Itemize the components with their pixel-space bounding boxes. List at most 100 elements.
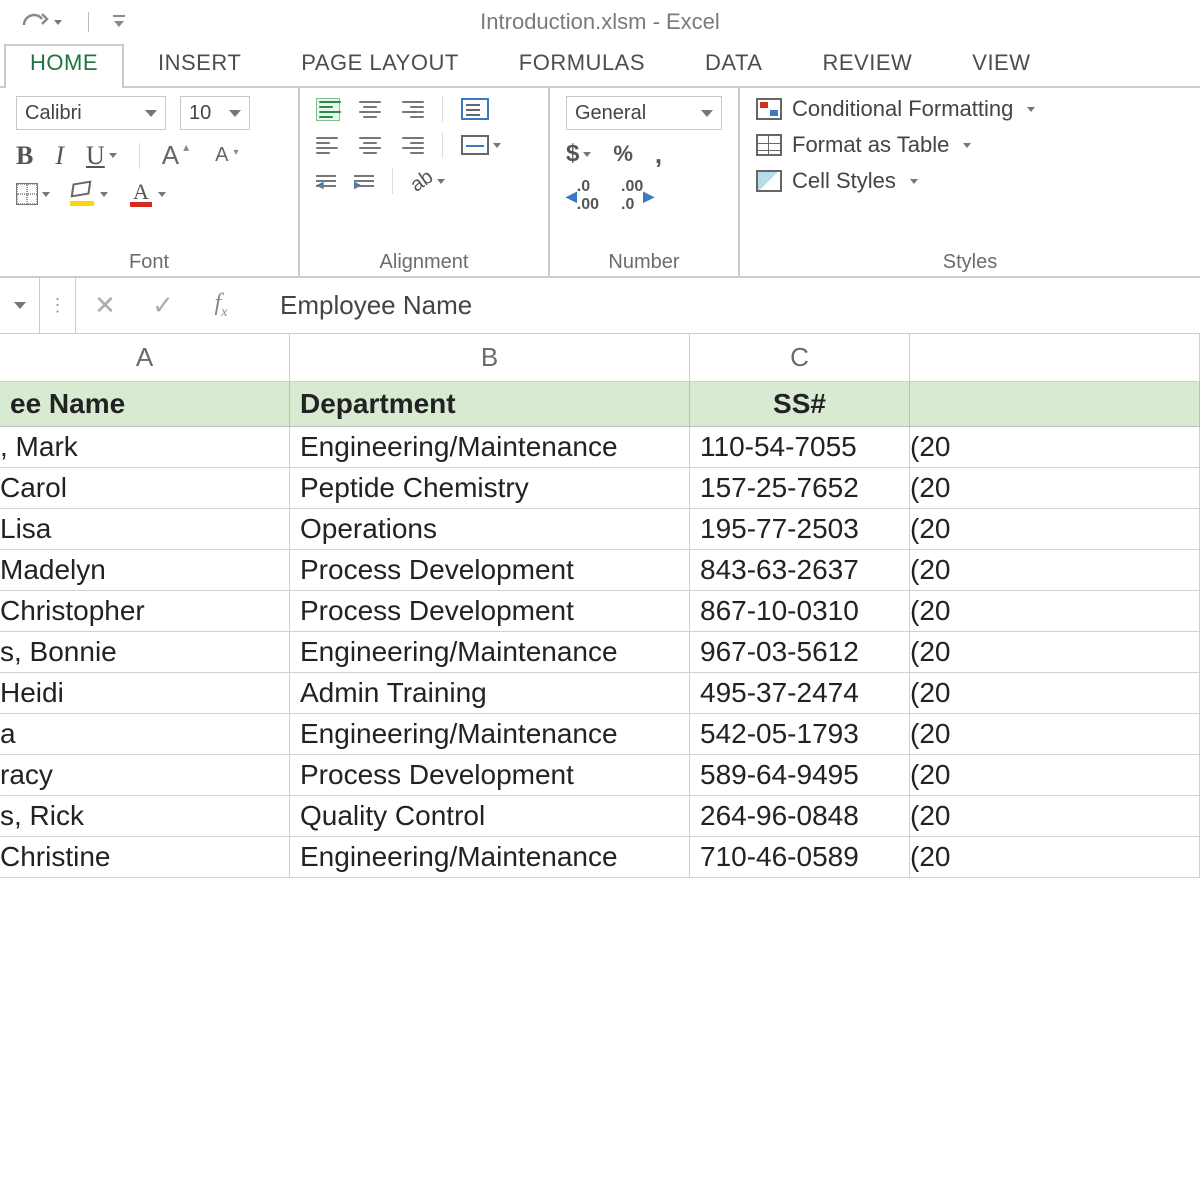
cell-b[interactable]: Engineering/Maintenance xyxy=(290,837,690,878)
number-format-dropdown[interactable]: General xyxy=(566,96,722,130)
cell-c[interactable]: 495-37-2474 xyxy=(690,673,910,714)
header-cell-a[interactable]: ee Name xyxy=(0,382,290,427)
header-cell-c[interactable]: SS# xyxy=(690,382,910,427)
tab-view[interactable]: VIEW xyxy=(942,44,1060,86)
increase-font-button[interactable]: A xyxy=(162,140,179,171)
increase-decimal-button[interactable]: ◀.0.00 xyxy=(566,178,599,214)
cell-a[interactable]: Carol xyxy=(0,468,290,509)
italic-button[interactable]: I xyxy=(55,141,64,171)
header-cell-b[interactable]: Department xyxy=(290,382,690,427)
cell-d[interactable]: (20 xyxy=(910,673,1200,714)
enter-formula-button[interactable]: ✓ xyxy=(134,278,192,333)
comma-format-button[interactable]: , xyxy=(655,148,662,160)
cell-d[interactable]: (20 xyxy=(910,632,1200,673)
column-header-a[interactable]: A xyxy=(0,334,290,382)
cell-b[interactable]: Admin Training xyxy=(290,673,690,714)
cell-d[interactable]: (20 xyxy=(910,714,1200,755)
cell-b[interactable]: Process Development xyxy=(290,550,690,591)
formula-input[interactable]: Employee Name xyxy=(250,290,1200,321)
header-cell-d[interactable] xyxy=(910,382,1200,427)
tab-page-layout[interactable]: PAGE LAYOUT xyxy=(271,44,489,86)
tab-formulas[interactable]: FORMULAS xyxy=(489,44,675,86)
chevron-down-icon xyxy=(963,143,971,148)
cell-d[interactable]: (20 xyxy=(910,509,1200,550)
cell-c[interactable]: 195-77-2503 xyxy=(690,509,910,550)
worksheet-grid[interactable]: A B C ee Name Department SS# , MarkEngin… xyxy=(0,334,1200,878)
cell-b[interactable]: Engineering/Maintenance xyxy=(290,632,690,673)
align-bottom-button[interactable] xyxy=(400,101,424,118)
cell-b[interactable]: Quality Control xyxy=(290,796,690,837)
cell-d[interactable]: (20 xyxy=(910,755,1200,796)
cancel-formula-button[interactable]: ✕ xyxy=(76,278,134,333)
cell-b[interactable]: Process Development xyxy=(290,591,690,632)
redo-button[interactable] xyxy=(20,11,62,33)
cell-c[interactable]: 589-64-9495 xyxy=(690,755,910,796)
font-size-dropdown[interactable]: 10 xyxy=(180,96,250,130)
conditional-formatting-button[interactable]: Conditional Formatting xyxy=(756,96,1184,122)
cell-d[interactable]: (20 xyxy=(910,550,1200,591)
tab-home[interactable]: HOME xyxy=(0,44,128,86)
cell-b[interactable]: Peptide Chemistry xyxy=(290,468,690,509)
increase-indent-button[interactable] xyxy=(354,175,374,187)
cell-a[interactable]: Christine xyxy=(0,837,290,878)
accounting-format-button[interactable]: $ xyxy=(566,140,591,168)
cell-c[interactable]: 710-46-0589 xyxy=(690,837,910,878)
format-as-table-button[interactable]: Format as Table xyxy=(756,132,1184,158)
tab-review[interactable]: REVIEW xyxy=(792,44,942,86)
column-header-d[interactable] xyxy=(910,334,1200,382)
align-top-button[interactable] xyxy=(316,98,340,121)
cell-c[interactable]: 967-03-5612 xyxy=(690,632,910,673)
cell-c[interactable]: 867-10-0310 xyxy=(690,591,910,632)
cell-a[interactable]: Christopher xyxy=(0,591,290,632)
align-left-button[interactable] xyxy=(316,137,340,154)
align-right-button[interactable] xyxy=(400,137,424,154)
cell-c[interactable]: 157-25-7652 xyxy=(690,468,910,509)
cell-styles-label: Cell Styles xyxy=(792,168,896,194)
wrap-text-button[interactable] xyxy=(461,98,489,120)
align-middle-button[interactable] xyxy=(358,101,382,118)
decrease-font-button[interactable]: A xyxy=(215,144,228,167)
cell-a[interactable]: racy xyxy=(0,755,290,796)
cell-d[interactable]: (20 xyxy=(910,796,1200,837)
orientation-button[interactable]: ab xyxy=(411,170,445,193)
cell-d[interactable]: (20 xyxy=(910,427,1200,468)
cell-a[interactable]: Madelyn xyxy=(0,550,290,591)
cell-b[interactable]: Operations xyxy=(290,509,690,550)
cell-a[interactable]: s, Rick xyxy=(0,796,290,837)
merge-center-button[interactable] xyxy=(461,135,501,155)
cell-c[interactable]: 110-54-7055 xyxy=(690,427,910,468)
insert-function-button[interactable]: fx xyxy=(192,278,250,333)
tab-insert[interactable]: INSERT xyxy=(128,44,271,86)
cell-a[interactable]: s, Bonnie xyxy=(0,632,290,673)
cell-styles-button[interactable]: Cell Styles xyxy=(756,168,1184,194)
align-center-button[interactable] xyxy=(358,137,382,154)
cell-a[interactable]: Lisa xyxy=(0,509,290,550)
font-color-button[interactable]: A xyxy=(128,181,166,207)
bold-button[interactable]: B xyxy=(16,141,33,171)
cell-b[interactable]: Engineering/Maintenance xyxy=(290,714,690,755)
column-header-c[interactable]: C xyxy=(690,334,910,382)
column-header-b[interactable]: B xyxy=(290,334,690,382)
decrease-indent-button[interactable] xyxy=(316,175,336,187)
underline-button[interactable]: U xyxy=(86,141,117,171)
cell-b[interactable]: Engineering/Maintenance xyxy=(290,427,690,468)
percent-format-button[interactable]: % xyxy=(613,141,633,167)
cell-c[interactable]: 264-96-0848 xyxy=(690,796,910,837)
borders-button[interactable] xyxy=(16,183,50,205)
cell-b[interactable]: Process Development xyxy=(290,755,690,796)
name-box-dropdown[interactable] xyxy=(0,278,40,333)
cell-d[interactable]: (20 xyxy=(910,468,1200,509)
cell-a[interactable]: , Mark xyxy=(0,427,290,468)
fill-color-button[interactable] xyxy=(70,182,108,206)
decrease-decimal-button[interactable]: .00.0▶ xyxy=(621,178,654,214)
customize-qat-button[interactable] xyxy=(111,13,127,31)
cell-d[interactable]: (20 xyxy=(910,837,1200,878)
font-name-dropdown[interactable]: Calibri xyxy=(16,96,166,130)
tab-data[interactable]: DATA xyxy=(675,44,792,86)
cell-d[interactable]: (20 xyxy=(910,591,1200,632)
cell-a[interactable]: Heidi xyxy=(0,673,290,714)
cell-c[interactable]: 542-05-1793 xyxy=(690,714,910,755)
formula-bar-expand[interactable]: ⋮ xyxy=(40,278,76,333)
cell-a[interactable]: a xyxy=(0,714,290,755)
cell-c[interactable]: 843-63-2637 xyxy=(690,550,910,591)
